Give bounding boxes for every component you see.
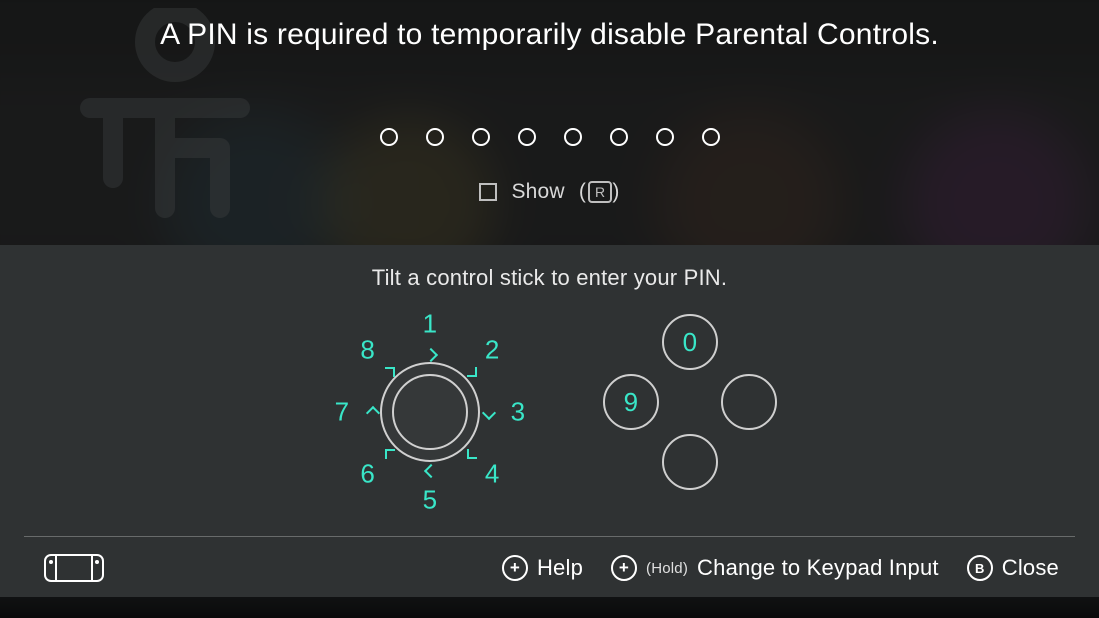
hint-keypad-label: Change to Keypad Input	[697, 555, 939, 581]
r-button-glyph: (R)	[579, 180, 620, 204]
stick-tick	[366, 406, 380, 420]
stick-number-7: 7	[327, 397, 357, 428]
hold-prefix: (Hold)	[646, 560, 688, 577]
plus-icon	[502, 555, 528, 581]
stick-number-5: 5	[415, 485, 445, 516]
pin-dot	[472, 128, 490, 146]
stick-number-3: 3	[503, 397, 533, 428]
controls-area: 1 2 3 4 5 6 7 8 0 9	[0, 297, 1099, 527]
stick-tick	[467, 449, 477, 459]
dpad-left-button[interactable]: 9	[603, 374, 659, 430]
abxy-button-group[interactable]: 0 9	[590, 302, 790, 502]
dpad-left-label: 9	[624, 387, 639, 418]
stick-tick	[385, 367, 395, 377]
stick-outline-inner	[392, 374, 468, 450]
hint-help[interactable]: Help	[502, 555, 583, 581]
stick-tick	[482, 406, 496, 420]
dpad-bottom-button[interactable]	[662, 434, 718, 490]
stick-number-2: 2	[477, 334, 507, 365]
dpad-right-button[interactable]	[721, 374, 777, 430]
pin-dot	[380, 128, 398, 146]
stick-number-8: 8	[353, 334, 383, 365]
show-pin-label: Show	[511, 180, 564, 204]
show-pin-toggle[interactable]: Show (R)	[0, 180, 1099, 204]
hint-close[interactable]: Close	[967, 555, 1059, 581]
pin-dot	[610, 128, 628, 146]
dpad-top-label: 0	[683, 327, 698, 358]
header: A PIN is required to temporarily disable…	[0, 18, 1099, 52]
pin-dot	[426, 128, 444, 146]
pin-dot	[656, 128, 674, 146]
b-button-icon	[967, 555, 993, 581]
instruction-text: Tilt a control stick to enter your PIN.	[0, 265, 1099, 291]
pin-dot	[702, 128, 720, 146]
plus-icon	[611, 555, 637, 581]
dpad-top-button[interactable]: 0	[662, 314, 718, 370]
hint-close-label: Close	[1002, 555, 1059, 581]
hint-help-label: Help	[537, 555, 583, 581]
stick-tick	[467, 367, 477, 377]
console-icon	[44, 554, 104, 582]
footer-hints: Help (Hold) Change to Keypad Input Close	[0, 539, 1099, 597]
hint-change-keypad[interactable]: (Hold) Change to Keypad Input	[611, 555, 939, 581]
analog-stick-wheel[interactable]: 12345678	[330, 307, 530, 507]
pin-dot	[564, 128, 582, 146]
pin-dot	[518, 128, 536, 146]
stick-number-1: 1	[415, 309, 445, 340]
pin-input-dots	[0, 128, 1099, 146]
checkbox-icon	[479, 183, 497, 201]
stick-number-4: 4	[477, 459, 507, 490]
stick-tick	[385, 449, 395, 459]
page-title: A PIN is required to temporarily disable…	[0, 18, 1099, 52]
stick-number-6: 6	[353, 459, 383, 490]
footer-divider	[24, 536, 1075, 537]
stick-tick	[424, 348, 438, 362]
stick-tick	[424, 464, 438, 478]
